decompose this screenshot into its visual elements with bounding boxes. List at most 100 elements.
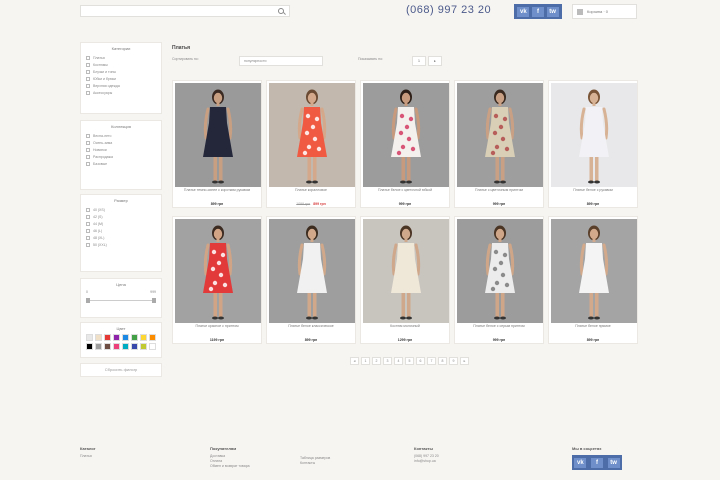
checkbox[interactable] — [86, 62, 90, 67]
price-slider-min-handle[interactable] — [86, 298, 90, 303]
pagination-item[interactable]: 3 — [383, 357, 392, 365]
color-swatch[interactable] — [95, 334, 102, 341]
checkbox[interactable] — [86, 207, 90, 212]
product-photo[interactable] — [457, 219, 543, 323]
filter-option[interactable]: Осень-зима — [86, 139, 156, 146]
filter-option[interactable]: Платья — [86, 54, 156, 61]
pagination-item[interactable]: 9 — [449, 357, 458, 365]
product-card[interactable]: Платье с цветочным принтом 999 грн — [454, 80, 544, 208]
pagination-item[interactable]: 8 — [438, 357, 447, 365]
product-name[interactable]: Платье белое классическое — [273, 324, 349, 328]
product-name[interactable]: Платье коралловое — [273, 188, 349, 192]
pagination-item[interactable]: 4 — [394, 357, 403, 365]
filter-option[interactable]: Юбки и брюки — [86, 75, 156, 82]
filter-option[interactable]: 50 (XXL) — [86, 241, 156, 248]
checkbox[interactable] — [86, 228, 90, 233]
product-card[interactable]: Платье красное с принтом 1199 грн — [172, 216, 262, 344]
product-card[interactable]: Платье темно-синее с коротким рукавом 899… — [172, 80, 262, 208]
footer-link[interactable]: Обмен и возврат товара — [210, 464, 250, 469]
search-input[interactable] — [80, 5, 290, 17]
filter-option[interactable]: Базовые — [86, 160, 156, 167]
price-slider[interactable] — [86, 298, 156, 303]
color-swatch[interactable] — [131, 334, 138, 341]
vk-icon[interactable]: vk — [574, 457, 587, 468]
color-swatch[interactable] — [86, 343, 93, 350]
filter-option[interactable]: Аксессуары — [86, 89, 156, 96]
pagination-item[interactable]: 1 — [361, 357, 370, 365]
pagination-item[interactable]: 7 — [427, 357, 436, 365]
color-swatch[interactable] — [140, 334, 147, 341]
product-name[interactable]: Костюм молочный — [367, 324, 443, 328]
color-swatch[interactable] — [131, 343, 138, 350]
product-photo[interactable] — [269, 219, 355, 323]
reset-filter-button[interactable]: Сбросить фильтр — [80, 363, 162, 377]
color-swatch[interactable] — [113, 334, 120, 341]
checkbox[interactable] — [86, 76, 90, 81]
checkbox[interactable] — [86, 161, 90, 166]
product-name[interactable]: Платье красное с принтом — [179, 324, 255, 328]
product-photo[interactable] — [551, 83, 637, 187]
checkbox[interactable] — [86, 242, 90, 247]
facebook-icon[interactable]: f — [590, 457, 603, 468]
vk-icon[interactable]: vk — [517, 6, 530, 17]
cart-button[interactable]: Корзина · 0 — [572, 4, 637, 19]
footer-link[interactable]: Платья — [80, 454, 96, 459]
color-swatch[interactable] — [104, 343, 111, 350]
product-card[interactable]: Платье белое классическое 899 грн — [266, 216, 356, 344]
color-swatch[interactable] — [149, 334, 156, 341]
facebook-icon[interactable]: f — [531, 6, 544, 17]
checkbox[interactable] — [86, 235, 90, 240]
checkbox[interactable] — [86, 154, 90, 159]
filter-option[interactable]: Распродажа — [86, 153, 156, 160]
color-swatch[interactable] — [86, 334, 93, 341]
checkbox[interactable] — [86, 140, 90, 145]
pagination-item[interactable]: 2 — [372, 357, 381, 365]
product-name[interactable]: Платье темно-синее с коротким рукавом — [179, 188, 255, 192]
color-swatch[interactable] — [122, 334, 129, 341]
product-photo[interactable] — [457, 83, 543, 187]
pagination-item[interactable]: 5 — [405, 357, 414, 365]
color-swatch[interactable] — [113, 343, 120, 350]
product-card[interactable]: Платье белое прямое 899 грн — [548, 216, 638, 344]
checkbox[interactable] — [86, 147, 90, 152]
twitter-icon[interactable]: tw — [607, 457, 620, 468]
top-pager-next[interactable]: ▸ — [428, 56, 442, 66]
price-to[interactable]: 999 — [150, 290, 156, 294]
pagination-item[interactable]: ◂ — [350, 357, 359, 365]
product-name[interactable]: Платье белое прямое — [555, 324, 631, 328]
footer-link[interactable]: Контакты — [300, 461, 330, 466]
filter-option[interactable]: Весна-лето — [86, 132, 156, 139]
checkbox[interactable] — [86, 83, 90, 88]
product-name[interactable]: Платье белое с рукавом — [555, 188, 631, 192]
product-name[interactable]: Платье белое с цветочной юбкой — [367, 188, 443, 192]
product-photo[interactable] — [363, 83, 449, 187]
checkbox[interactable] — [86, 55, 90, 60]
product-name[interactable]: Платье белое с серым принтом — [461, 324, 537, 328]
product-card[interactable]: Платье белое с серым принтом 999 грн — [454, 216, 544, 344]
top-pager-page[interactable]: 1 — [412, 56, 426, 66]
filter-option[interactable]: 44 (M) — [86, 220, 156, 227]
product-card[interactable]: Платье коралловое 1099 грн 899 грн — [266, 80, 356, 208]
checkbox[interactable] — [86, 90, 90, 95]
product-photo[interactable] — [175, 83, 261, 187]
color-swatch[interactable] — [140, 343, 147, 350]
product-photo[interactable] — [363, 219, 449, 323]
pagination-item[interactable]: ▸ — [460, 357, 469, 365]
color-swatch[interactable] — [95, 343, 102, 350]
color-swatch[interactable] — [122, 343, 129, 350]
checkbox[interactable] — [86, 69, 90, 74]
product-photo[interactable] — [175, 219, 261, 323]
checkbox[interactable] — [86, 133, 90, 138]
price-slider-max-handle[interactable] — [152, 298, 156, 303]
filter-option[interactable]: 40 (XS) — [86, 206, 156, 213]
search-icon[interactable] — [278, 8, 284, 14]
filter-option[interactable]: Новинки — [86, 146, 156, 153]
filter-option[interactable]: 48 (XL) — [86, 234, 156, 241]
product-card[interactable]: Костюм молочный 1299 грн — [360, 216, 450, 344]
product-photo[interactable] — [269, 83, 355, 187]
color-swatch[interactable] — [149, 343, 156, 350]
product-photo[interactable] — [551, 219, 637, 323]
filter-option[interactable]: Блузки и топы — [86, 68, 156, 75]
color-swatch[interactable] — [104, 334, 111, 341]
checkbox[interactable] — [86, 214, 90, 219]
